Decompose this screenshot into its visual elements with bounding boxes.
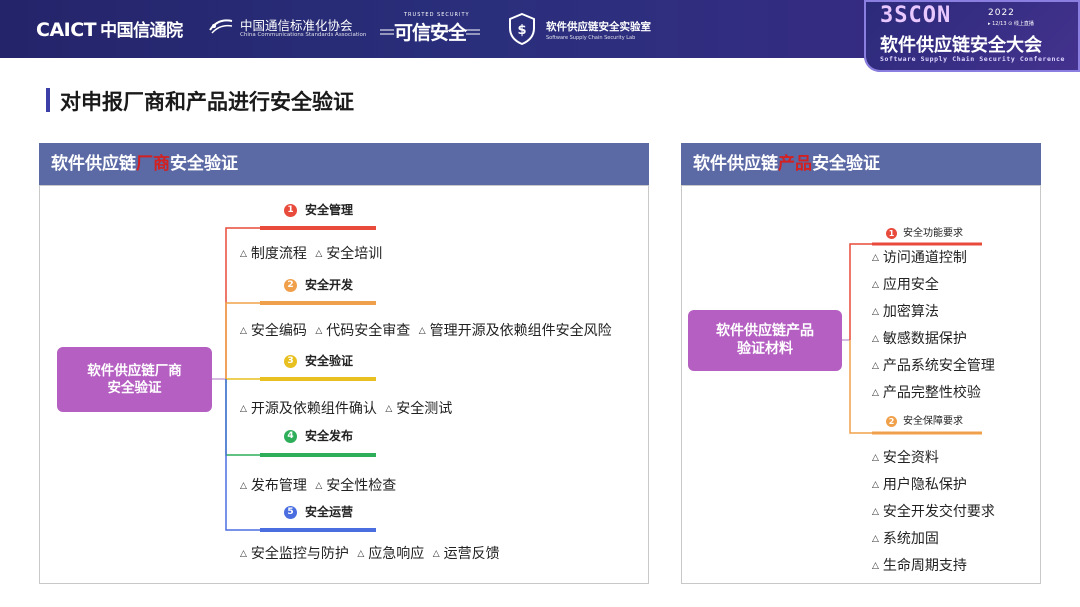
- list-item: 安全性检查: [326, 478, 397, 494]
- branch-security-verification: 3 安全验证: [284, 352, 353, 369]
- list-item: △ 生命周期支持: [872, 555, 967, 575]
- triangle-icon: △: [418, 326, 426, 336]
- triangle-icon: △: [357, 549, 365, 559]
- branch-items-5: △ 安全监控与防护 △ 应急响应 △ 运营反馈: [240, 543, 504, 563]
- triangle-icon: △: [432, 549, 440, 559]
- group-security-function: 1 安全功能要求: [886, 224, 963, 239]
- triangle-icon: △: [872, 307, 879, 317]
- list-item: 代码安全审查: [326, 323, 411, 339]
- list-item: 制度流程: [250, 246, 307, 262]
- group-security-assurance: 2 安全保障要求: [886, 412, 963, 427]
- list-item-label: 产品系统安全管理: [882, 358, 995, 374]
- branch-secure-operations: 5 安全运营: [284, 503, 353, 520]
- branch-title: 安全运营: [305, 505, 354, 519]
- product-center-line1: 软件供应链产品: [716, 323, 814, 339]
- list-item-label: 安全资料: [882, 450, 939, 466]
- list-item: △ 应用安全: [872, 274, 939, 294]
- triangle-icon: △: [872, 361, 879, 371]
- number-badge-5: 5: [284, 506, 297, 519]
- list-item-label: 用户隐私保护: [882, 477, 967, 493]
- branch-items-3: △ 开源及依赖组件确认 △ 安全测试: [240, 398, 456, 418]
- list-item: △ 产品系统安全管理: [872, 355, 995, 375]
- branch-title: 安全开发: [305, 278, 354, 292]
- branch-title: 安全管理: [305, 203, 354, 217]
- triangle-icon: △: [872, 507, 879, 517]
- number-badge-2: 2: [886, 415, 897, 427]
- branch-title: 安全发布: [305, 429, 354, 443]
- triangle-icon: △: [872, 453, 879, 463]
- product-panel-header: 软件供应链产品安全验证: [681, 143, 1041, 185]
- list-item-label: 敏感数据保护: [882, 331, 967, 347]
- list-item: 发布管理: [250, 478, 307, 494]
- branch-security-management: 1 安全管理: [284, 201, 353, 218]
- list-item-label: 访问通道控制: [882, 250, 967, 266]
- list-item: 开源及依赖组件确认: [250, 401, 377, 417]
- vendor-center-line1: 软件供应链厂商: [87, 362, 182, 379]
- triangle-icon: △: [872, 534, 879, 544]
- triangle-icon: △: [315, 326, 323, 336]
- list-item: △ 系统加固: [872, 528, 939, 548]
- triangle-icon: △: [872, 280, 879, 290]
- list-item-label: 加密算法: [882, 304, 939, 320]
- branch-items-2: △ 安全编码 △ 代码安全审查 △ 管理开源及依赖组件安全风险: [240, 320, 616, 340]
- list-item: △ 用户隐私保护: [872, 474, 967, 494]
- triangle-icon: △: [872, 480, 879, 490]
- triangle-icon: △: [315, 249, 323, 259]
- list-item: △ 安全开发交付要求: [872, 501, 995, 521]
- list-item: 安全测试: [396, 401, 453, 417]
- list-item: 应急响应: [368, 546, 425, 562]
- product-title-pre: 软件供应链: [693, 154, 778, 174]
- triangle-icon: △: [872, 388, 879, 398]
- number-badge-1: 1: [886, 227, 897, 239]
- product-panel: [681, 185, 1041, 584]
- product-title-highlight: 产品: [778, 154, 812, 174]
- list-item: 安全编码: [250, 323, 307, 339]
- list-item: 安全监控与防护: [250, 546, 349, 562]
- branch-items-1: △ 制度流程 △ 安全培训: [240, 243, 386, 263]
- number-badge-3: 3: [284, 355, 297, 368]
- product-center-node: 软件供应链产品 验证材料: [688, 310, 842, 371]
- triangle-icon: △: [872, 334, 879, 344]
- list-item: △ 加密算法: [872, 301, 939, 321]
- product-center-line2: 验证材料: [737, 340, 793, 357]
- triangle-icon: △: [872, 253, 879, 263]
- list-item: △ 安全资料: [872, 447, 939, 467]
- list-item-label: 生命周期支持: [882, 558, 967, 574]
- triangle-icon: △: [872, 561, 879, 571]
- triangle-icon: △: [240, 404, 247, 414]
- number-badge-2: 2: [284, 279, 297, 292]
- list-item: △ 产品完整性校验: [872, 382, 981, 402]
- branch-secure-release: 4 安全发布: [284, 427, 353, 444]
- triangle-icon: △: [240, 249, 247, 259]
- list-item-label: 系统加固: [882, 531, 939, 547]
- triangle-icon: △: [315, 481, 323, 491]
- list-item: 安全培训: [326, 246, 383, 262]
- list-item-label: 应用安全: [882, 277, 939, 293]
- list-item: △ 访问通道控制: [872, 247, 967, 267]
- triangle-icon: △: [240, 549, 247, 559]
- list-item-label: 产品完整性校验: [882, 385, 981, 401]
- list-item: 运营反馈: [443, 546, 500, 562]
- list-item: 管理开源及依赖组件安全风险: [429, 323, 612, 339]
- branch-items-4: △ 发布管理 △ 安全性检查: [240, 475, 400, 495]
- triangle-icon: △: [240, 481, 247, 491]
- product-title-post: 安全验证: [812, 154, 880, 174]
- list-item-label: 安全开发交付要求: [882, 504, 995, 520]
- vendor-center-line2: 安全验证: [107, 379, 162, 396]
- vendor-center-node: 软件供应链厂商 安全验证: [57, 347, 212, 412]
- triangle-icon: △: [385, 404, 393, 414]
- number-badge-4: 4: [284, 430, 297, 443]
- list-item: △ 敏感数据保护: [872, 328, 967, 348]
- triangle-icon: △: [240, 326, 247, 336]
- group-title: 安全保障要求: [903, 416, 963, 427]
- number-badge-1: 1: [284, 204, 297, 217]
- branch-title: 安全验证: [305, 354, 354, 368]
- branch-secure-development: 2 安全开发: [284, 276, 353, 293]
- group-title: 安全功能要求: [903, 228, 963, 239]
